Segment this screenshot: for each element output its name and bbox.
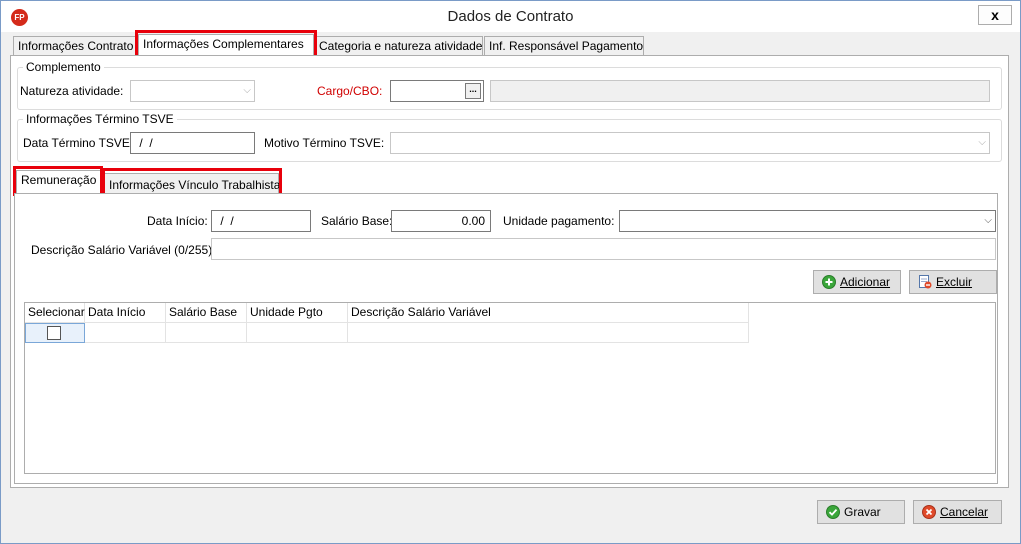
- title-bar: FP Dados de Contrato x: [1, 1, 1020, 32]
- check-icon: [826, 505, 840, 519]
- tab-categoria-natureza[interactable]: Categoria e natureza atividade: [314, 36, 483, 56]
- cargo-lookup-button[interactable]: ...: [465, 83, 481, 99]
- cargo-description-field: [490, 80, 990, 102]
- column-header-selecionar[interactable]: Selecionar: [25, 303, 85, 323]
- add-icon: [822, 275, 836, 289]
- excluir-label: Excluir: [936, 275, 973, 289]
- adicionar-button[interactable]: Adicionar: [813, 270, 901, 294]
- motivo-termino-select[interactable]: ⌵: [390, 132, 990, 154]
- window-title: Dados de Contrato: [447, 8, 574, 25]
- complemento-group-title: Complemento: [23, 60, 104, 74]
- unidade-pagamento-label: Unidade pagamento:: [503, 214, 615, 228]
- column-header-descricao[interactable]: Descrição Salário Variável: [348, 303, 749, 323]
- unidade-pagamento-select[interactable]: ⌵: [619, 210, 996, 232]
- column-header-data-inicio[interactable]: Data Início: [85, 303, 166, 323]
- row-select-cell[interactable]: [25, 323, 85, 343]
- row-select-checkbox[interactable]: [47, 326, 61, 340]
- tab-informacoes-complementares[interactable]: Informações Complementares: [138, 34, 314, 56]
- motivo-termino-label: Motivo Término TSVE:: [264, 136, 385, 150]
- natureza-atividade-label: Natureza atividade:: [20, 84, 124, 98]
- gravar-button[interactable]: Gravar: [817, 500, 905, 524]
- chevron-down-icon: ⌵: [243, 85, 251, 96]
- cancelar-label: Cancelar: [940, 505, 989, 519]
- gravar-label: Gravar: [844, 505, 881, 519]
- close-button[interactable]: x: [978, 5, 1012, 25]
- column-header-unidade-pgto[interactable]: Unidade Pgto: [247, 303, 348, 323]
- column-header-salario-base[interactable]: Salário Base: [166, 303, 247, 323]
- tab-responsavel-pagamento[interactable]: Inf. Responsável Pagamento: [484, 36, 644, 56]
- cell-unidade-pgto[interactable]: [247, 323, 348, 343]
- remuneracao-page: Data Início: / / Salário Base: 0.00 Unid…: [14, 193, 998, 484]
- cancel-icon: [922, 505, 936, 519]
- tab-informacoes-contrato[interactable]: Informações Contrato: [13, 36, 136, 56]
- dados-contrato-window: FP Dados de Contrato x Informações Contr…: [0, 0, 1021, 544]
- data-termino-input[interactable]: / /: [130, 132, 255, 154]
- chevron-down-icon: ⌵: [984, 215, 992, 226]
- cell-data-inicio[interactable]: [85, 323, 166, 343]
- natureza-atividade-select[interactable]: ⌵: [130, 80, 255, 102]
- cargo-cbo-label: Cargo/CBO:: [317, 84, 383, 98]
- data-termino-label: Data Término TSVE:: [23, 136, 134, 150]
- data-inicio-input[interactable]: / /: [211, 210, 311, 232]
- cargo-cbo-input[interactable]: ...: [390, 80, 484, 102]
- salario-base-input[interactable]: 0.00: [391, 210, 491, 232]
- subtab-remuneracao[interactable]: Remuneração: [16, 170, 102, 194]
- cell-salario-base[interactable]: [166, 323, 247, 343]
- descricao-salario-input[interactable]: [211, 238, 996, 260]
- tab-page-complementares: Complemento Natureza atividade: ⌵ Cargo/…: [10, 55, 1009, 488]
- cancelar-button[interactable]: Cancelar: [913, 500, 1002, 524]
- salario-base-label: Salário Base:: [321, 214, 393, 228]
- termino-tsve-group-title: Informações Término TSVE: [23, 112, 177, 126]
- remuneracao-grid: Selecionar Data Início Salário Base Unid…: [24, 302, 996, 474]
- adicionar-label: Adicionar: [840, 275, 891, 289]
- excluir-button[interactable]: Excluir: [909, 270, 997, 294]
- subtab-vinculo-trabalhista[interactable]: Informações Vínculo Trabalhista: [104, 173, 280, 194]
- delete-document-icon: [919, 275, 932, 289]
- chevron-down-icon: ⌵: [978, 137, 986, 148]
- cell-descricao[interactable]: [348, 323, 749, 343]
- descricao-salario-label: Descrição Salário Variável (0/255):: [31, 243, 216, 257]
- data-inicio-label: Data Início:: [147, 214, 208, 228]
